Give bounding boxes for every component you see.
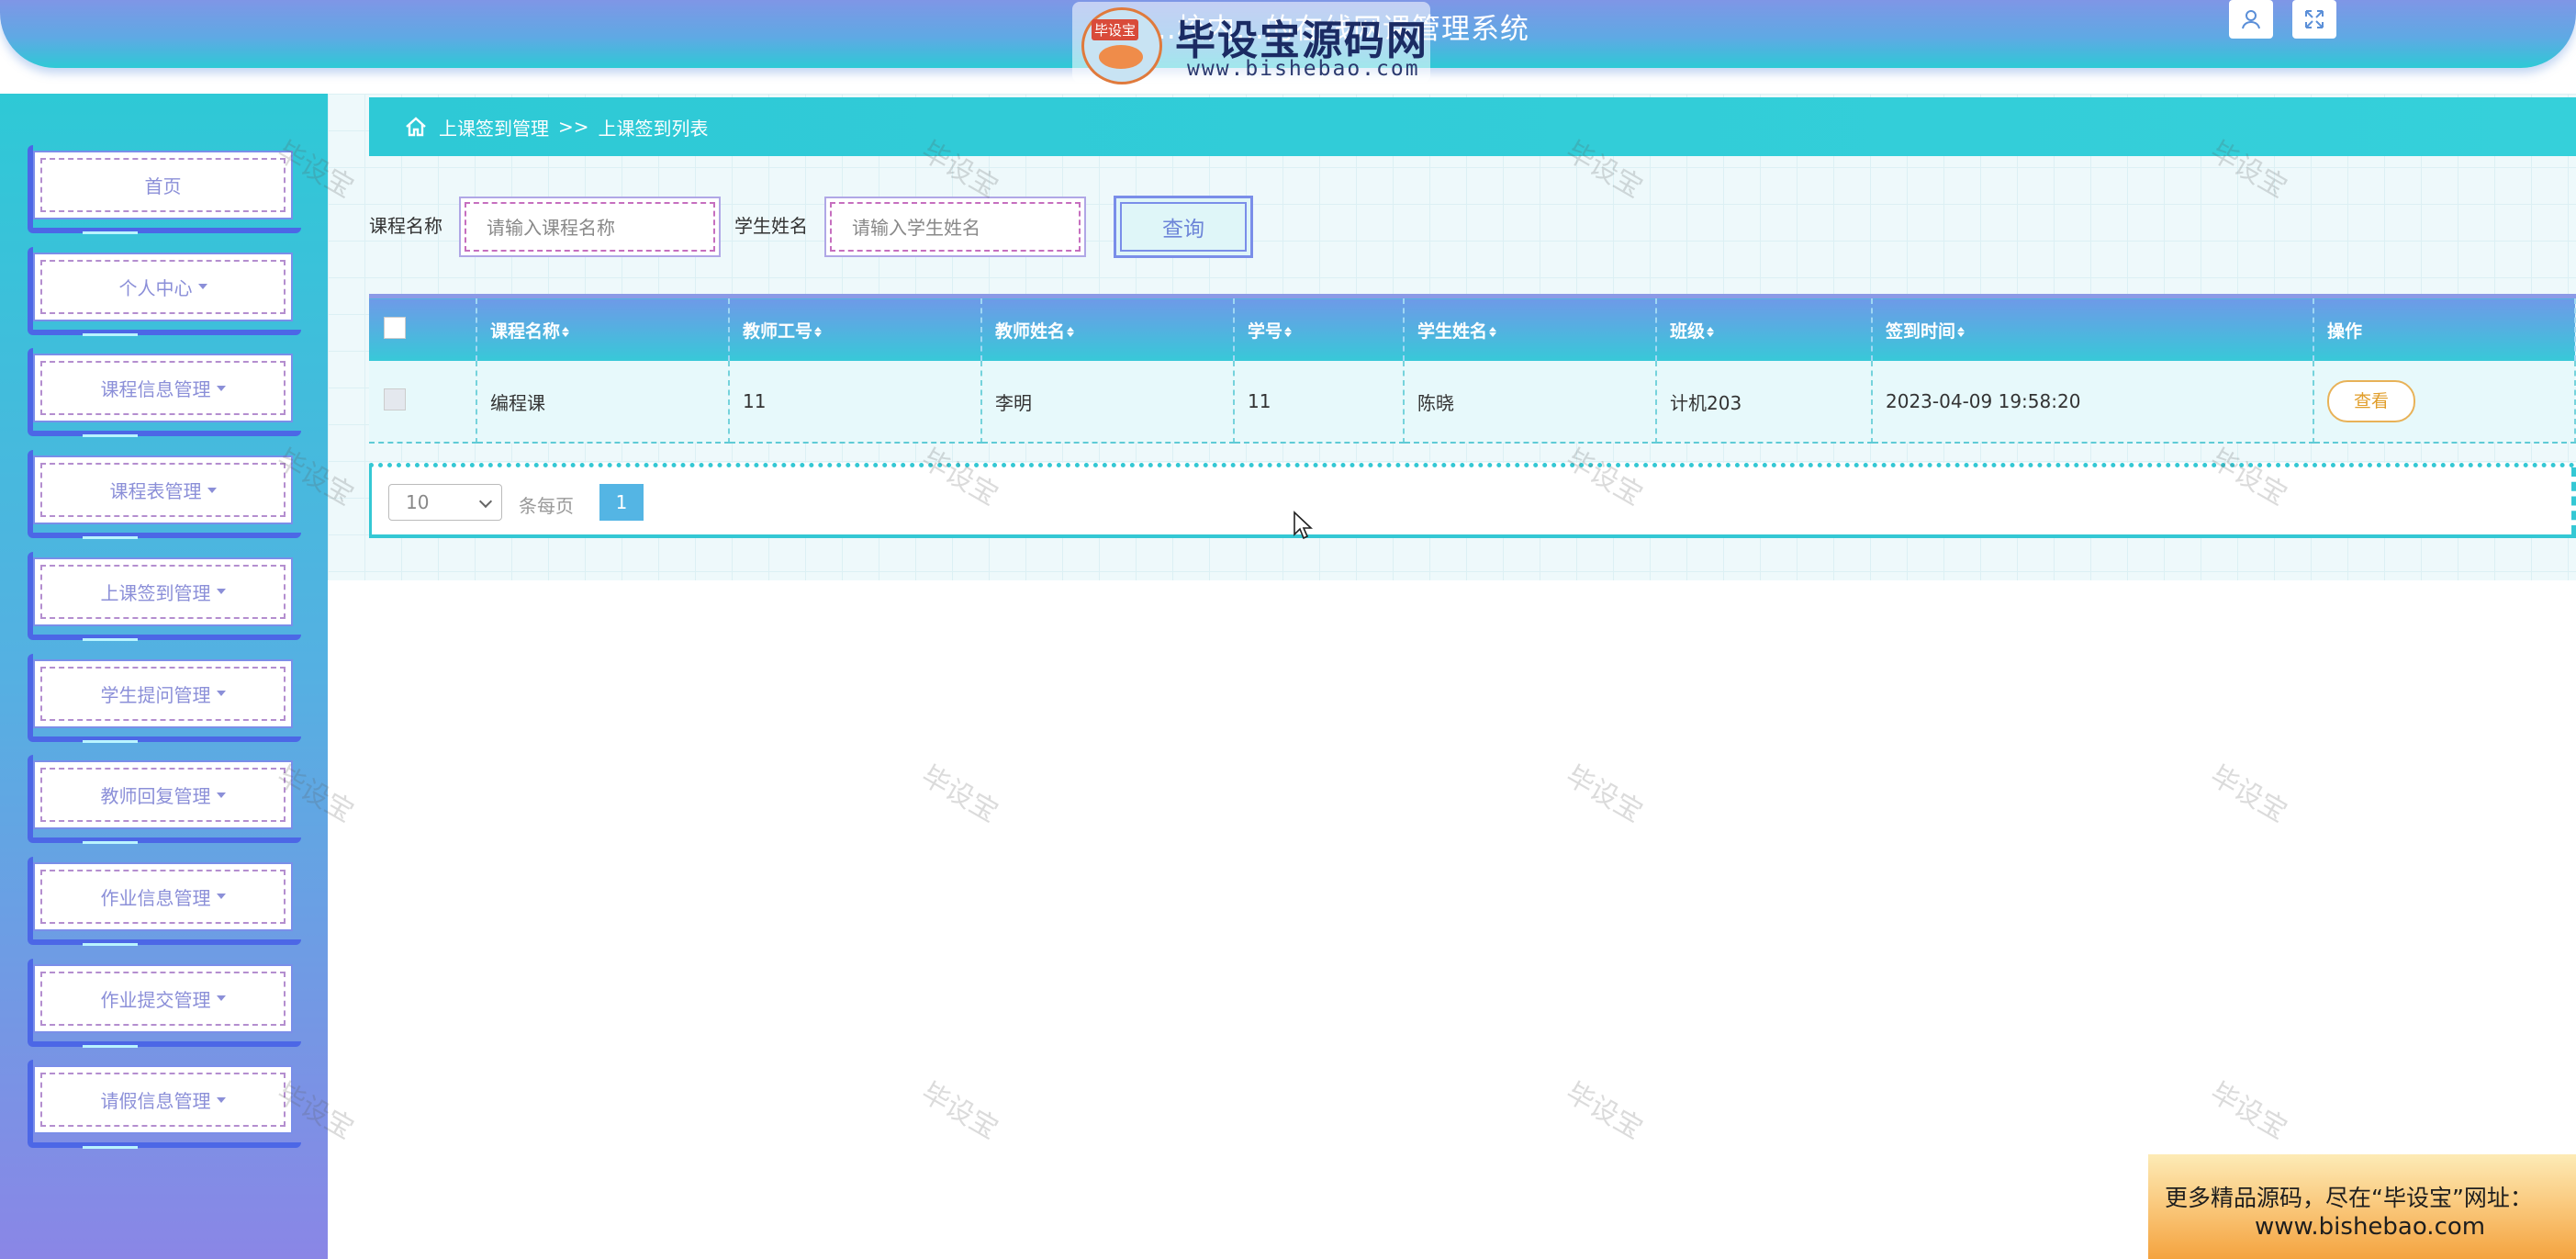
watermark-text: 毕设宝 — [915, 1076, 1003, 1146]
sort-icon[interactable] — [814, 327, 822, 337]
promo-banner: 更多精品源码，尽在“毕设宝”网址： www.bishebao.com — [2148, 1154, 2576, 1259]
sidebar-item-label: 课程表管理 — [109, 480, 202, 503]
caret-down-icon — [216, 995, 226, 1002]
page-number-current[interactable]: 1 — [599, 484, 644, 521]
student-name-label: 学生姓名 — [734, 215, 808, 237]
row-select-cell — [369, 361, 477, 444]
fullscreen-button[interactable] — [2292, 0, 2336, 39]
watermark-text: 毕设宝 — [915, 759, 1003, 829]
col-header-class[interactable]: 班级 — [1656, 294, 1873, 361]
cell-action: 查看 — [2313, 361, 2576, 444]
sidebar-item-label: 课程信息管理 — [100, 378, 211, 401]
cell-teacher-name: 李明 — [981, 361, 1235, 444]
view-button[interactable]: 查看 — [2327, 380, 2415, 422]
col-header-student-name[interactable]: 学生姓名 — [1404, 294, 1657, 361]
sidebar-item-course-schedule[interactable]: 课程表管理 — [28, 450, 301, 540]
sidebar-item-label: 作业信息管理 — [100, 886, 211, 909]
table-row: 编程课 11 李明 11 陈晓 计机203 2023-04-09 19:58:2… — [369, 361, 2576, 444]
select-all-checkbox[interactable] — [384, 316, 406, 339]
course-name-label: 课程名称 — [369, 215, 442, 237]
col-header-teacher-id[interactable]: 教师工号 — [729, 294, 982, 361]
sidebar-item-label: 上课签到管理 — [100, 581, 211, 604]
cell-student-id: 11 — [1234, 361, 1405, 444]
breadcrumb: 上课签到管理 >> 上课签到列表 — [369, 97, 2576, 156]
caret-down-icon — [216, 792, 226, 798]
brand-watermark-logo: 毕设宝 毕设宝源码网 www.bishebao.com — [1072, 2, 1430, 84]
sidebar-item-homework-info[interactable]: 作业信息管理 — [28, 856, 301, 946]
watermark-text: 毕设宝 — [1560, 1076, 1648, 1146]
sidebar-item-home[interactable]: 首页 — [28, 145, 301, 234]
brand-url: www.bishebao.com — [1187, 57, 1420, 81]
cell-teacher-id: 11 — [729, 361, 982, 444]
caret-down-icon — [216, 589, 226, 595]
user-icon — [2242, 10, 2260, 29]
cell-student-name: 陈晓 — [1404, 361, 1657, 444]
pagination: 10 条每页 1 — [369, 463, 2576, 538]
breadcrumb-current: 上课签到列表 — [598, 117, 709, 140]
sort-icon[interactable] — [1284, 327, 1292, 337]
cell-course: 编程课 — [476, 361, 730, 444]
sidebar-item-label: 个人中心 — [118, 276, 193, 299]
promo-line-2: www.bishebao.com — [2255, 1213, 2486, 1241]
sort-icon[interactable] — [562, 327, 569, 337]
watermark-text: 毕设宝 — [2204, 1076, 2292, 1146]
promo-line-1: 更多精品源码，尽在“毕设宝”网址： — [2165, 1185, 2533, 1211]
caret-down-icon — [207, 487, 217, 493]
sidebar-item-checkin[interactable]: 上课签到管理 — [28, 551, 301, 641]
sidebar-item-label: 首页 — [144, 175, 182, 197]
sidebar-item-course-info[interactable]: 课程信息管理 — [28, 348, 301, 438]
table-header-row: 课程名称 教师工号 教师姓名 学号 学生姓名 班级 签到时间 操作 — [369, 294, 2576, 361]
sort-icon[interactable] — [1707, 327, 1714, 337]
sidebar-item-leave-info[interactable]: 请假信息管理 — [28, 1060, 301, 1150]
page-size-value: 10 — [406, 491, 430, 513]
breadcrumb-separator: >> — [558, 116, 589, 138]
fullscreen-icon — [2305, 10, 2324, 28]
col-header-action: 操作 — [2313, 294, 2576, 361]
caret-down-icon — [216, 894, 226, 900]
home-icon[interactable] — [404, 115, 428, 139]
breadcrumb-parent[interactable]: 上课签到管理 — [439, 114, 549, 141]
watermark-text: 毕设宝 — [2204, 759, 2292, 829]
cell-checkin-time: 2023-04-09 19:58:20 — [1872, 361, 2314, 444]
course-name-input[interactable] — [470, 208, 718, 248]
sidebar-item-label: 教师回复管理 — [100, 785, 211, 808]
sidebar-item-label: 学生提问管理 — [100, 683, 211, 706]
row-checkbox[interactable] — [384, 388, 406, 410]
sidebar-item-personal-center[interactable]: 个人中心 — [28, 246, 301, 336]
sidebar-item-homework-submit[interactable]: 作业提交管理 — [28, 958, 301, 1048]
caret-down-icon — [197, 284, 207, 290]
chevron-down-icon — [478, 494, 493, 509]
page-size-select[interactable]: 10 — [388, 484, 502, 521]
course-name-field[interactable] — [459, 197, 721, 257]
user-button[interactable] — [2229, 0, 2273, 39]
sort-icon[interactable] — [1067, 327, 1074, 337]
sidebar-item-label: 请假信息管理 — [100, 1090, 211, 1113]
sidebar-item-student-question[interactable]: 学生提问管理 — [28, 653, 301, 743]
student-name-field[interactable] — [824, 197, 1086, 257]
col-header-student-id[interactable]: 学号 — [1234, 294, 1405, 361]
col-header-teacher-name[interactable]: 教师姓名 — [981, 294, 1235, 361]
student-name-input[interactable] — [835, 208, 1083, 248]
sort-icon[interactable] — [1957, 327, 1965, 337]
query-button[interactable]: 查询 — [1114, 196, 1253, 258]
checkin-table: 课程名称 教师工号 教师姓名 学号 学生姓名 班级 签到时间 操作 编程课 11… — [369, 294, 2576, 444]
caret-down-icon — [216, 691, 226, 696]
sidebar-item-teacher-reply[interactable]: 教师回复管理 — [28, 755, 301, 845]
brand-badge: 毕设宝 — [1092, 19, 1139, 40]
col-header-course[interactable]: 课程名称 — [476, 294, 730, 361]
col-header-checkin-time[interactable]: 签到时间 — [1872, 294, 2314, 361]
sidebar-item-label: 作业提交管理 — [100, 988, 211, 1011]
mouse-cursor-icon — [1294, 511, 1314, 540]
watermark-text: 毕设宝 — [1560, 759, 1648, 829]
brand-mascot-icon: 毕设宝 — [1081, 7, 1162, 84]
query-button-label: 查询 — [1162, 218, 1204, 242]
caret-down-icon — [216, 1096, 226, 1103]
sort-icon[interactable] — [1489, 327, 1496, 337]
cell-class: 计机203 — [1656, 361, 1873, 444]
page-size-label: 条每页 — [519, 495, 574, 517]
select-all-cell — [369, 294, 477, 361]
caret-down-icon — [216, 385, 226, 391]
